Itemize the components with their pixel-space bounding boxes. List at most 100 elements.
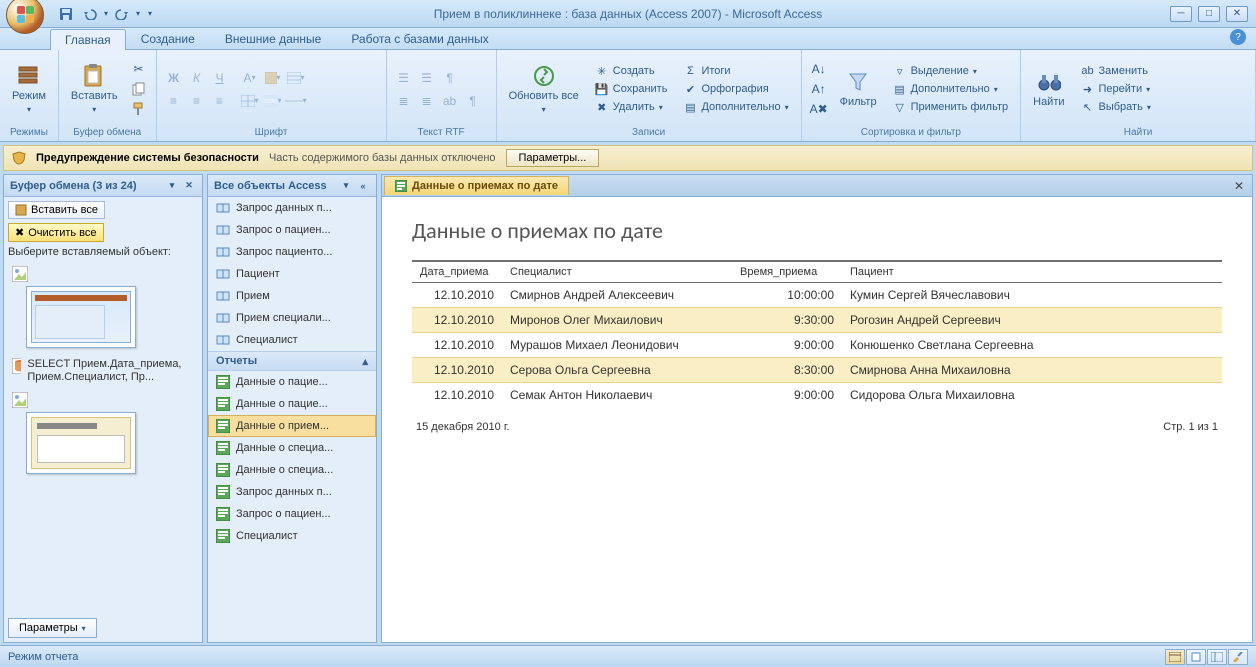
paste-all-button[interactable]: Вставить все xyxy=(8,201,105,219)
pane-dropdown-icon[interactable]: ▾ xyxy=(165,179,179,193)
query-icon xyxy=(216,333,230,347)
paste-button[interactable]: Вставить ▾ xyxy=(65,62,124,115)
nav-item-query[interactable]: Прием xyxy=(208,285,376,307)
titlebar: ▾ ▾ ▾ Прием в поликлиннеке : база данных… xyxy=(0,0,1256,28)
redo-icon[interactable] xyxy=(112,4,132,24)
clipboard-thumb-1[interactable] xyxy=(26,286,136,348)
tab-home[interactable]: Главная xyxy=(50,29,126,50)
cell-date: 12.10.2010 xyxy=(412,283,502,308)
nav-item-query[interactable]: Запрос пациенто... xyxy=(208,241,376,263)
tab-create[interactable]: Создание xyxy=(126,28,210,49)
help-icon[interactable]: ? xyxy=(1230,29,1246,45)
spelling-button[interactable]: ✔Орфография xyxy=(677,80,794,98)
goto-button[interactable]: ➜Перейти▾ xyxy=(1075,80,1157,98)
nav-dropdown-icon[interactable]: ▾ xyxy=(339,179,353,193)
filter-button[interactable]: Фильтр xyxy=(834,68,883,110)
nav-item-report[interactable]: Данные о специа... xyxy=(208,437,376,459)
nav-item-query[interactable]: Пациент xyxy=(208,263,376,285)
cut-icon[interactable]: ✂ xyxy=(128,59,150,79)
funnel-icon xyxy=(846,70,870,94)
nav-collapse-icon[interactable]: « xyxy=(356,179,370,193)
save-icon[interactable] xyxy=(56,4,76,24)
refresh-all-button[interactable]: Обновить все ▾ xyxy=(503,62,585,115)
maximize-button[interactable]: □ xyxy=(1198,6,1220,22)
security-options-button[interactable]: Параметры... xyxy=(506,149,600,167)
ribbon-group-clipboard: Вставить ▾ ✂ Буфер обмена xyxy=(59,50,157,141)
sort-asc-icon[interactable]: A↓ xyxy=(808,59,830,79)
totals-button[interactable]: ΣИтоги xyxy=(677,62,794,80)
redo-dropdown-icon[interactable]: ▾ xyxy=(136,9,140,18)
selection-filter-button[interactable]: ▿Выделение▾ xyxy=(887,62,1015,80)
view-button[interactable]: Режим ▾ xyxy=(6,62,52,115)
ribbon-group-sortfilter: A↓ A↑ A✖ Фильтр ▿Выделение▾ ▤Дополнитель… xyxy=(802,50,1022,141)
view-design-icon[interactable] xyxy=(1228,649,1248,665)
nav-item-report[interactable]: Данные о пацие... xyxy=(208,371,376,393)
clipboard-item-1[interactable] xyxy=(8,262,198,286)
col-header-date: Дата_приема xyxy=(412,261,502,283)
find-button[interactable]: Найти xyxy=(1027,68,1070,110)
clear-sort-icon[interactable]: A✖ xyxy=(808,99,830,119)
report-icon xyxy=(395,180,407,192)
replace-button[interactable]: abЗаменить xyxy=(1075,62,1157,80)
alt-row-icon: ▾ xyxy=(262,91,284,111)
chevron-down-icon: ▾ xyxy=(92,105,96,114)
nav-item-report[interactable]: Данные о прием... xyxy=(208,415,376,437)
tab-external-data[interactable]: Внешние данные xyxy=(210,28,337,49)
nav-item-report[interactable]: Специалист xyxy=(208,525,376,547)
window-controls: ─ □ ✕ xyxy=(1170,6,1256,22)
goto-icon: ➜ xyxy=(1081,82,1095,96)
ltr-icon: ¶ xyxy=(439,68,461,88)
replace-icon: ab xyxy=(1081,64,1095,78)
bullet-list-icon: ≣ xyxy=(393,91,415,111)
cell-time: 10:00:00 xyxy=(732,283,842,308)
clipboard-item-2[interactable]: SELECT Прием.Дата_приема, Прием.Специали… xyxy=(8,354,198,388)
view-layout-icon[interactable] xyxy=(1207,649,1227,665)
toggle-filter-button[interactable]: ▽Применить фильтр xyxy=(887,98,1015,116)
cell-patient: Сидорова Ольга Михаиловна xyxy=(842,383,1222,408)
tab-database-tools[interactable]: Работа с базами данных xyxy=(336,28,503,49)
close-button[interactable]: ✕ xyxy=(1226,6,1248,22)
nav-item-query[interactable]: Запрос данных п... xyxy=(208,197,376,219)
clipboard-item-3[interactable] xyxy=(8,388,198,412)
document-tab-active[interactable]: Данные о приемах по дате xyxy=(384,176,569,195)
view-report-icon[interactable] xyxy=(1165,649,1185,665)
save-record-button[interactable]: 💾Сохранить xyxy=(589,80,674,98)
select-button[interactable]: ↖Выбрать▾ xyxy=(1075,98,1157,116)
cell-date: 12.10.2010 xyxy=(412,333,502,358)
view-print-icon[interactable] xyxy=(1186,649,1206,665)
nav-item-query[interactable]: Специалист xyxy=(208,329,376,351)
qat-customize-icon[interactable]: ▾ xyxy=(148,9,152,18)
sort-desc-icon[interactable]: A↑ xyxy=(808,79,830,99)
format-painter-icon[interactable] xyxy=(128,99,150,119)
query-icon xyxy=(216,267,230,281)
quick-access-toolbar: ▾ ▾ ▾ xyxy=(56,4,152,24)
clipboard-thumb-3[interactable] xyxy=(26,412,136,474)
status-text: Режим отчета xyxy=(8,651,78,663)
undo-dropdown-icon[interactable]: ▾ xyxy=(104,9,108,18)
table-row: 12.10.2010 Смирнов Андрей Алексеевич 10:… xyxy=(412,283,1222,308)
nav-item-query[interactable]: Прием специали... xyxy=(208,307,376,329)
office-button[interactable] xyxy=(6,0,44,34)
nav-item-report[interactable]: Запрос о пациен... xyxy=(208,503,376,525)
advanced-filter-button[interactable]: ▤Дополнительно▾ xyxy=(887,80,1015,98)
underline-icon: Ч xyxy=(209,68,231,88)
clear-all-button[interactable]: ✖Очистить все xyxy=(8,223,104,242)
new-record-button[interactable]: ✳Создать xyxy=(589,62,674,80)
image-icon xyxy=(12,392,28,408)
document-close-icon[interactable]: ✕ xyxy=(1226,179,1252,193)
nav-item-report[interactable]: Данные о пацие... xyxy=(208,393,376,415)
save-icon: 💾 xyxy=(595,82,609,96)
copy-icon[interactable] xyxy=(128,79,150,99)
ribbon-group-rtf: ☰ ☰ ¶ ≣ ≣ ab ¶ Текст RTF xyxy=(387,50,497,141)
clipboard-options-button[interactable]: Параметры▾ xyxy=(8,618,97,638)
minimize-button[interactable]: ─ xyxy=(1170,6,1192,22)
nav-section-reports[interactable]: Отчеты ▴ xyxy=(208,351,376,371)
more-records-button[interactable]: ▤Дополнительно▾ xyxy=(677,98,794,116)
undo-icon[interactable] xyxy=(80,4,100,24)
sql-icon xyxy=(12,358,21,374)
pane-close-icon[interactable]: ✕ xyxy=(182,179,196,193)
nav-item-query[interactable]: Запрос о пациен... xyxy=(208,219,376,241)
delete-record-button[interactable]: ✖Удалить▾ xyxy=(589,98,674,116)
nav-item-report[interactable]: Запрос данных п... xyxy=(208,481,376,503)
nav-item-report[interactable]: Данные о специа... xyxy=(208,459,376,481)
